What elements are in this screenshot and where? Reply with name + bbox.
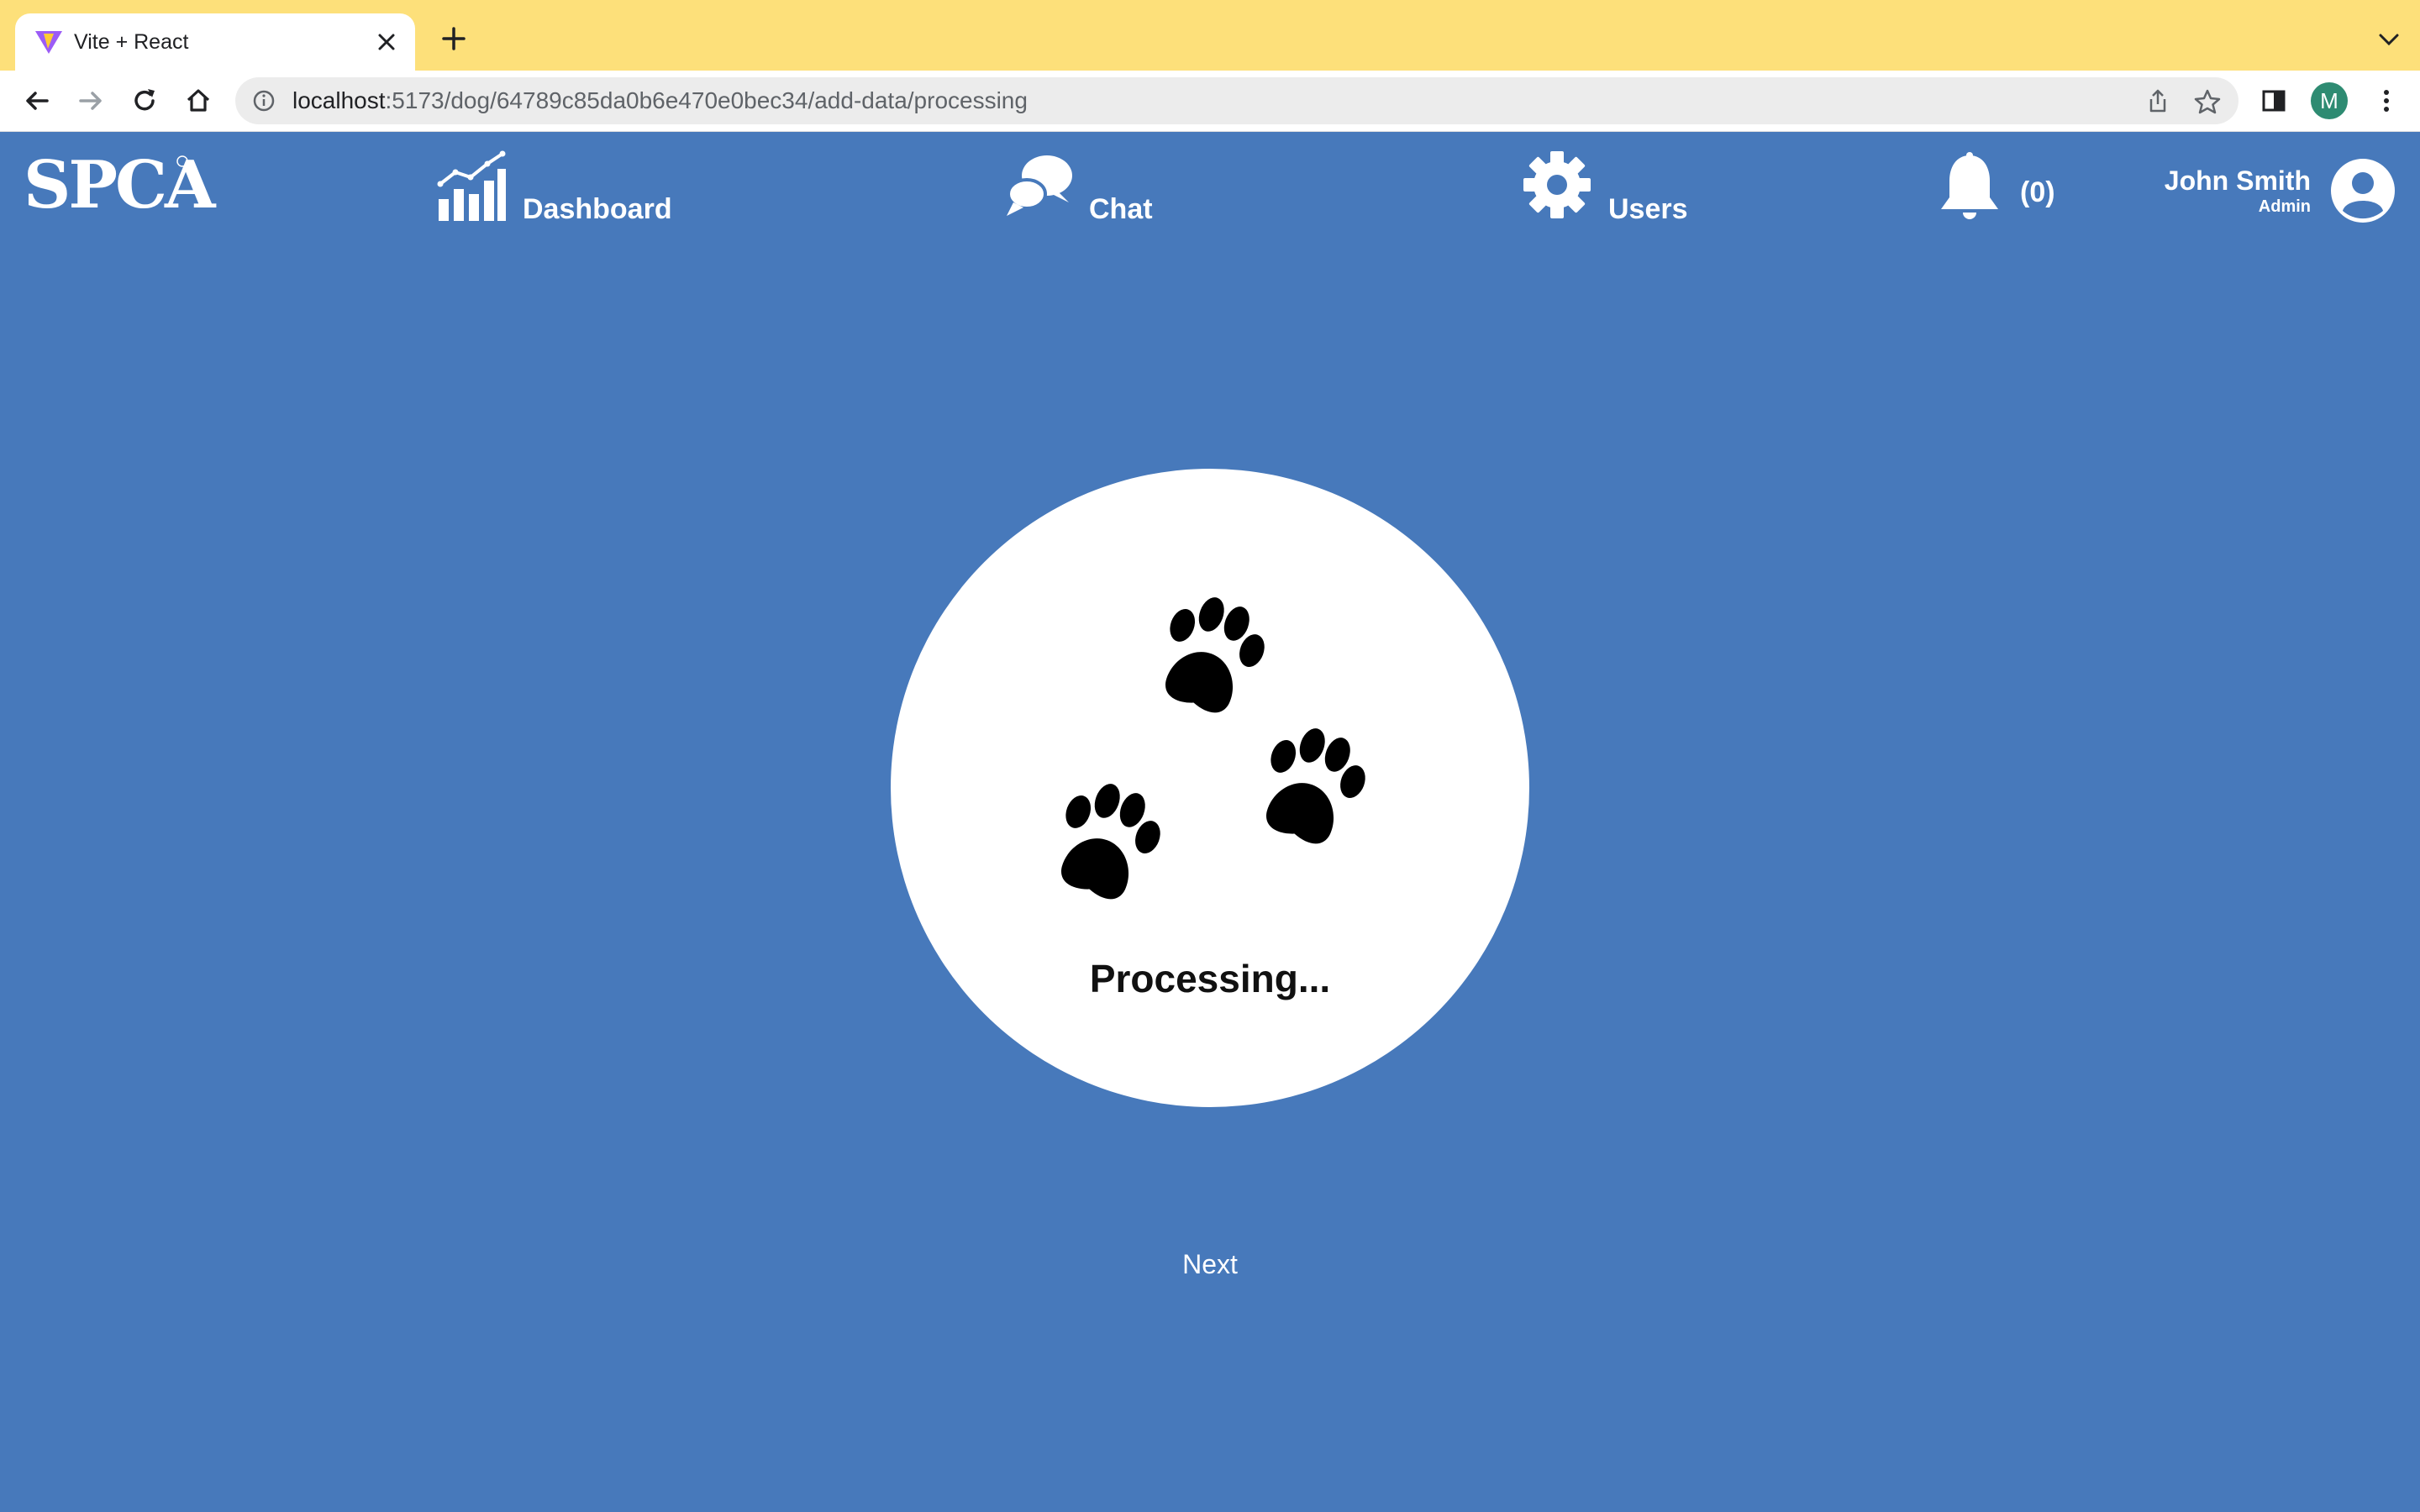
paw-print-icon bbox=[1061, 784, 1160, 900]
browser-tab-strip: Vite + React bbox=[0, 0, 2420, 71]
dashboard-chart-icon bbox=[437, 150, 506, 221]
nav-chat-label: Chat bbox=[1089, 193, 1153, 225]
side-panel-icon[interactable] bbox=[2260, 87, 2287, 114]
share-icon[interactable] bbox=[2144, 87, 2171, 114]
notification-count: (0) bbox=[2020, 176, 2055, 208]
bookmark-star-icon[interactable] bbox=[2193, 87, 2222, 116]
user-name: John Smith bbox=[2164, 165, 2311, 196]
paw-print-icon bbox=[1165, 597, 1265, 713]
user-role: Admin bbox=[2258, 197, 2311, 216]
browser-tab[interactable]: Vite + React bbox=[15, 13, 415, 71]
paw-print-icon bbox=[1266, 728, 1365, 844]
new-tab-icon[interactable] bbox=[439, 24, 469, 54]
tab-title: Vite + React bbox=[74, 30, 189, 54]
nav-dashboard[interactable]: Dashboard bbox=[437, 150, 672, 226]
url-path: :5173/dog/64789c85da0b6e470e0bec34/add-d… bbox=[385, 87, 1028, 113]
chat-bubbles-icon bbox=[1007, 155, 1072, 216]
home-icon[interactable] bbox=[182, 84, 215, 118]
nav-chat[interactable]: Chat bbox=[1005, 150, 1173, 226]
browser-toolbar: localhost:5173/dog/64789c85da0b6e470e0be… bbox=[0, 71, 2420, 132]
reload-icon[interactable] bbox=[128, 84, 161, 118]
nav-users[interactable]: Users bbox=[1523, 150, 1707, 226]
tab-search-chevron-icon[interactable] bbox=[2376, 30, 2402, 49]
processing-card: Processing... bbox=[891, 469, 1529, 1107]
url-text[interactable]: localhost:5173/dog/64789c85da0b6e470e0be… bbox=[292, 87, 1028, 114]
back-arrow-icon[interactable] bbox=[20, 84, 54, 118]
nav-dashboard-label: Dashboard bbox=[523, 193, 672, 225]
url-host: localhost bbox=[292, 87, 386, 113]
profile-avatar[interactable]: M bbox=[2311, 82, 2348, 119]
processing-status-text: Processing... bbox=[1089, 957, 1331, 1000]
close-tab-icon[interactable] bbox=[375, 30, 398, 54]
app-header: SPCA Dashboard Chat Users (0) John Smith… bbox=[0, 132, 2420, 249]
registered-mark-icon bbox=[176, 155, 188, 167]
next-button[interactable]: Next bbox=[1126, 1238, 1294, 1289]
gear-icon bbox=[1523, 151, 1591, 218]
site-info-icon[interactable] bbox=[252, 89, 276, 113]
kebab-menu-icon[interactable] bbox=[2371, 86, 2402, 116]
nav-users-label: Users bbox=[1608, 193, 1688, 225]
user-avatar-icon[interactable] bbox=[2329, 157, 2396, 224]
address-bar[interactable]: localhost:5173/dog/64789c85da0b6e470e0be… bbox=[235, 77, 2238, 124]
vite-favicon-icon bbox=[35, 31, 62, 54]
forward-arrow-icon[interactable] bbox=[74, 84, 108, 118]
bell-icon[interactable] bbox=[1936, 152, 2003, 224]
